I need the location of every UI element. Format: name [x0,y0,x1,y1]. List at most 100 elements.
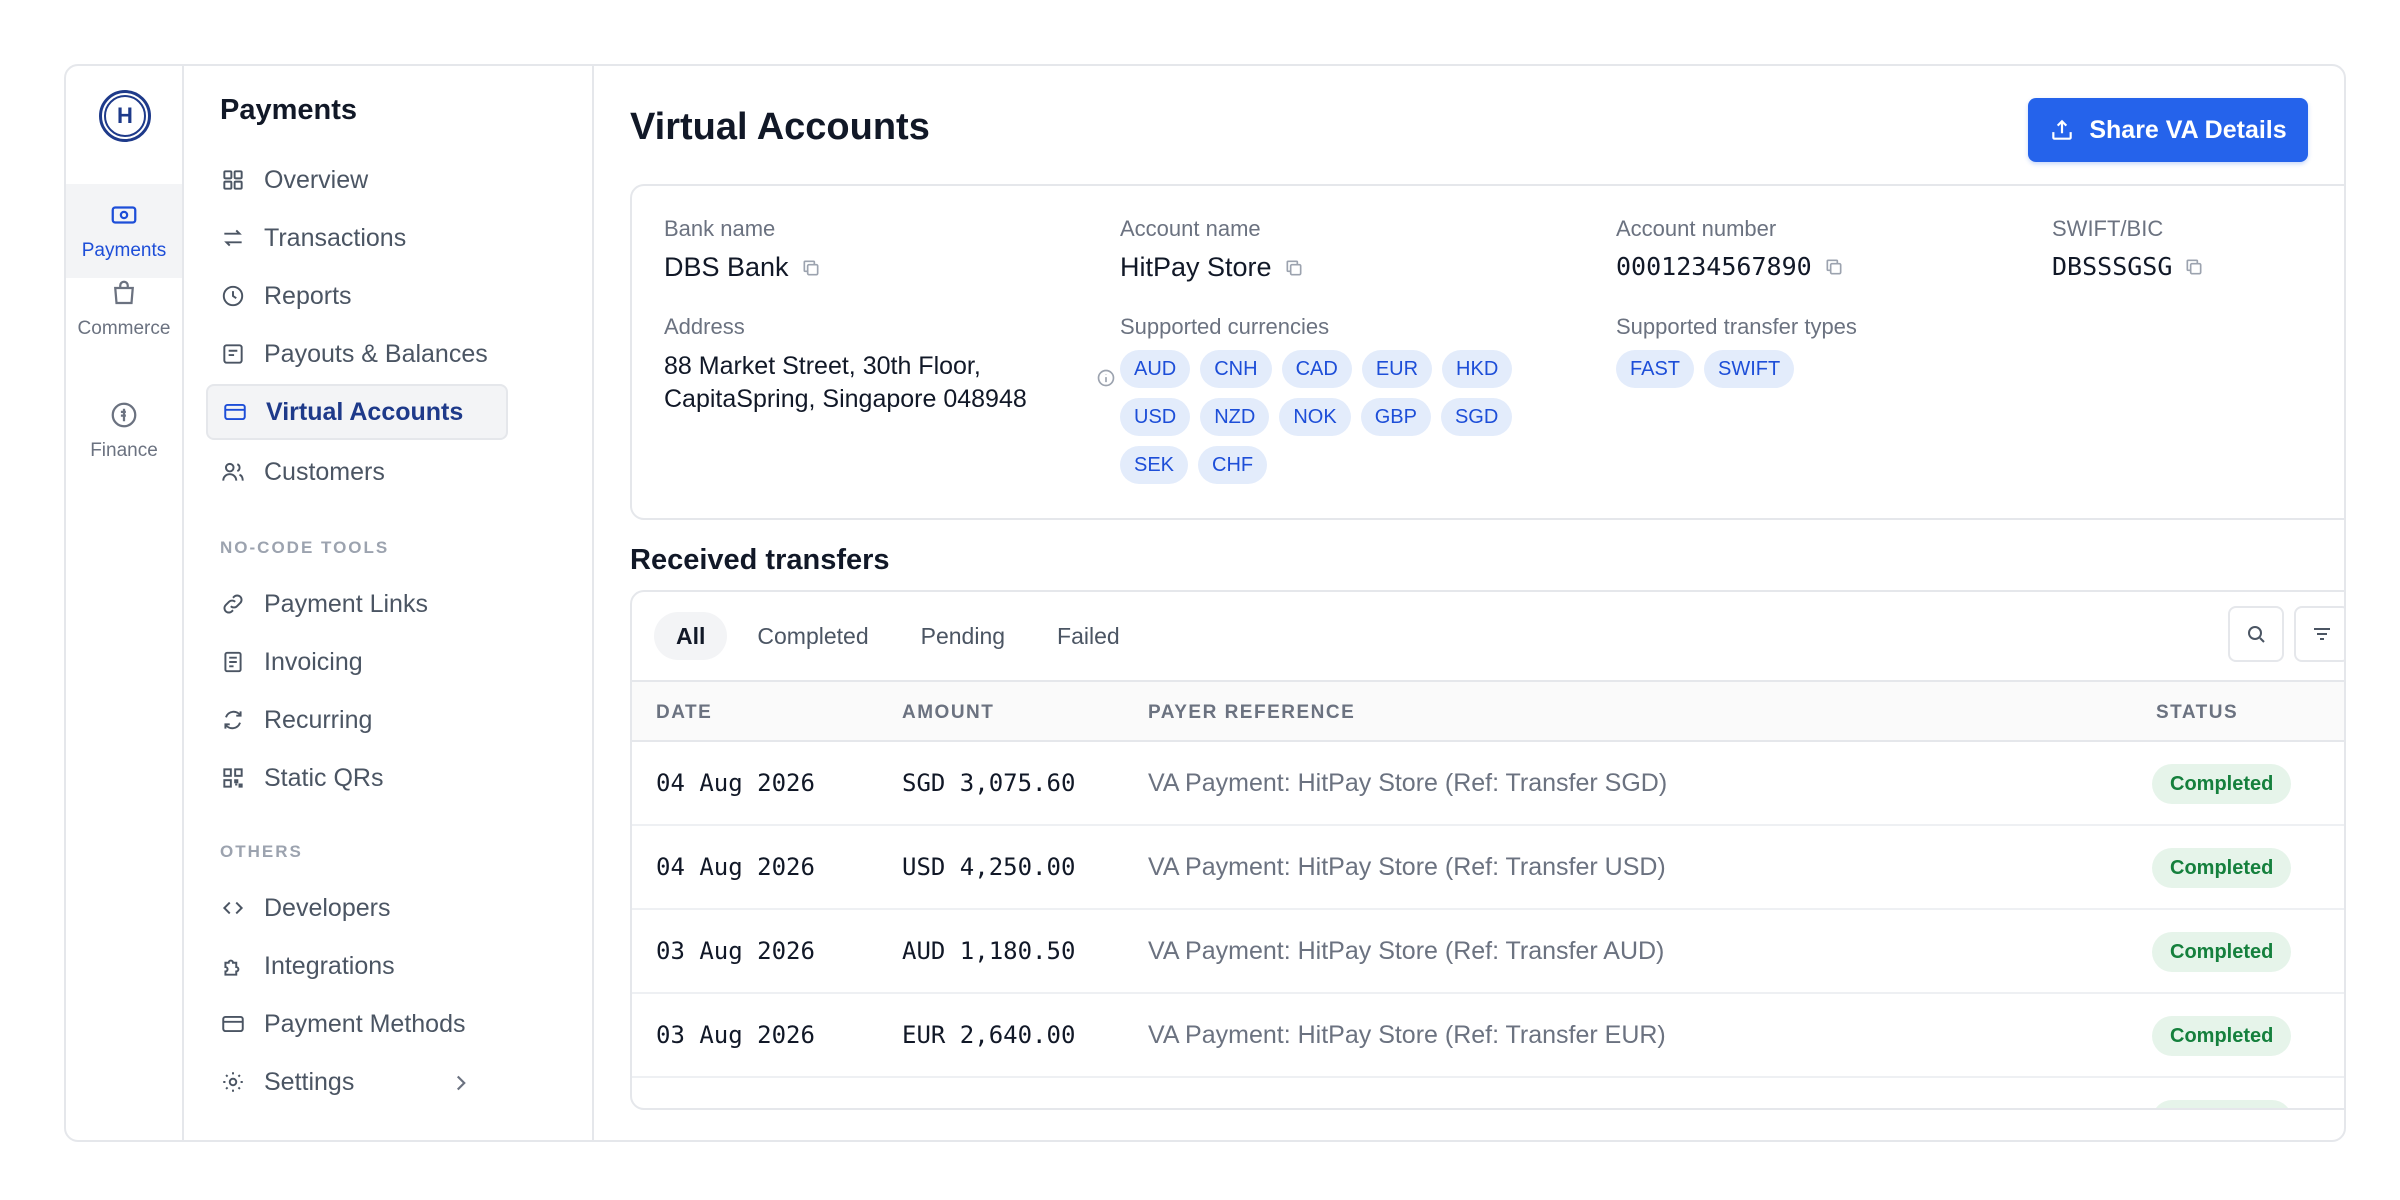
nav-label: Overview [264,165,369,194]
copy-icon[interactable] [801,258,821,278]
currency-chip: AUD [1120,350,1191,388]
nav-label: Static QRs [264,763,384,792]
nav-item-transactions[interactable]: Transactions [206,210,508,266]
currency-chip: HKD [1442,350,1513,388]
clock-icon [222,285,244,307]
row-date: 03 Aug 2026 [656,937,815,965]
currency-chip: GBP [1360,398,1431,436]
table-row[interactable]: 03 Aug 2026 EUR 2,640.00 VA Payment: Hit… [632,994,2344,1078]
bank-name-value: DBS Bank [664,252,789,282]
refresh-icon [224,710,242,730]
nav-item-reports[interactable]: Reports [206,268,508,324]
tab-all[interactable]: All [654,612,728,660]
status-badge-partial [2152,1100,2292,1108]
nav-item-settings[interactable]: Settings [206,1054,508,1110]
status-badge: Completed [2152,1016,2292,1056]
table-row[interactable]: 04 Aug 2026 USD 4,250.00 VA Payment: Hit… [632,826,2344,910]
nav-item-virtual-accounts[interactable]: Virtual Accounts [206,384,508,440]
table-row-partial [632,1078,2344,1108]
bank-name-field: Bank name DBS Bank [664,216,821,283]
document-icon [224,651,242,673]
swift-value-row: DBSSSGSG [2052,252,2204,281]
received-transfers-title: Received transfers [630,544,890,576]
nav-item-recurring[interactable]: Recurring [206,692,508,748]
transfer-type-chip: SWIFT [1704,350,1795,388]
nav-label: Developers [264,893,391,922]
supported-currencies-label: Supported currencies [1120,314,1330,339]
nav-section-no-code-tools: NO-CODE TOOLS [220,538,390,557]
account-name-label: Account name [1120,216,1261,241]
row-reference: VA Payment: HitPay Store (Ref: Transfer … [1148,769,1668,797]
main-content: Virtual Accounts Share VA Details Bank n… [594,66,2344,1140]
hitpay-logo[interactable]: H [99,90,151,142]
nav-item-overview[interactable]: Overview [206,152,508,208]
column-header-date: DATE [656,702,713,723]
row-date: 04 Aug 2026 [656,853,815,881]
receipt-icon [223,344,243,364]
currency-chip: USD [1120,398,1191,436]
nav-label: Payouts & Balances [264,339,488,368]
nav-item-payment-methods[interactable]: Payment Methods [206,996,508,1052]
currency-chip: CNH [1200,350,1272,388]
nav-label: Invoicing [264,647,363,676]
currency-chip: CAD [1281,350,1352,388]
banknote-icon [111,206,137,224]
arrows-icon [224,229,242,247]
row-amount: USD 4,250.00 [902,853,1076,881]
currency-chip: NOK [1279,398,1351,436]
status-badge: Completed [2152,932,2292,972]
nav-label: Recurring [264,705,373,734]
received-transfers-panel: All Completed Pending Failed DATE AMOUNT… [630,590,2344,1110]
info-icon[interactable] [1096,368,1116,388]
transfer-type-chip-list: FAST SWIFT [1616,350,2086,388]
nav-item-developers[interactable]: Developers [206,880,508,936]
nav-section-others: OTHERS [220,842,303,861]
account-name-field: Account name HitPay Store [1120,216,1304,283]
account-name-value: HitPay Store [1120,252,1272,282]
swift-field: SWIFT/BIC DBSSSGSG [2052,216,2204,281]
side-nav: Payments Overview Transactions Reports P… [184,66,594,1140]
table-row[interactable]: 04 Aug 2026 SGD 3,075.60 VA Payment: Hit… [632,742,2344,826]
filter-button[interactable] [2294,606,2344,662]
row-amount: AUD 1,180.50 [902,937,1076,965]
bank-name-value-row: DBS Bank [664,252,821,283]
row-reference: VA Payment: HitPay Store (Ref: Transfer … [1148,853,1666,881]
supported-transfer-types-field: Supported transfer types FAST SWIFT [1616,314,2086,388]
table-header: DATE AMOUNT PAYER REFERENCE STATUS [632,680,2344,742]
rail-item-finance[interactable]: Finance [66,384,182,478]
rail-item-commerce[interactable]: Commerce [66,262,182,356]
nav-item-invoicing[interactable]: Invoicing [206,634,508,690]
tab-failed[interactable]: Failed [1035,612,1142,660]
share-button-label: Share VA Details [2089,115,2287,144]
nav-title: Payments [220,94,358,126]
shopping-bag-icon [114,280,134,305]
transfer-type-chip: FAST [1616,350,1695,388]
currency-chip: SGD [1440,398,1513,436]
tab-completed[interactable]: Completed [735,612,890,660]
nav-item-static-qrs[interactable]: Static QRs [206,750,508,806]
filter-icon [2314,628,2330,640]
column-header-status: STATUS [2156,702,2239,723]
tab-pending[interactable]: Pending [899,612,1027,660]
copy-icon[interactable] [1824,257,1844,277]
search-button[interactable] [2228,606,2284,662]
table-row[interactable]: 03 Aug 2026 AUD 1,180.50 VA Payment: Hit… [632,910,2344,994]
chevron-right-icon [456,1075,466,1091]
swift-value: DBSSSGSG [2052,252,2173,281]
copy-icon[interactable] [2184,257,2204,277]
share-va-details-button[interactable]: Share VA Details [2028,98,2308,162]
nav-item-payment-links[interactable]: Payment Links [206,576,508,632]
column-header-payer-reference: PAYER REFERENCE [1148,702,1356,723]
nav-item-integrations[interactable]: Integrations [206,938,508,994]
nav-label: Reports [264,281,352,310]
account-name-value-row: HitPay Store [1120,252,1304,283]
qr-icon [223,768,243,788]
supported-currencies-field: Supported currencies AUD CNH CAD EUR HKD USD N… [1120,314,1590,484]
grid-icon [223,170,243,190]
nav-label: Integrations [264,951,395,980]
copy-icon[interactable] [1284,258,1304,278]
page-title: Virtual Accounts [630,106,930,148]
bank-name-label: Bank name [664,216,776,241]
nav-item-customers[interactable]: Customers [206,444,508,500]
nav-item-payouts-balances[interactable]: Payouts & Balances [206,326,508,382]
